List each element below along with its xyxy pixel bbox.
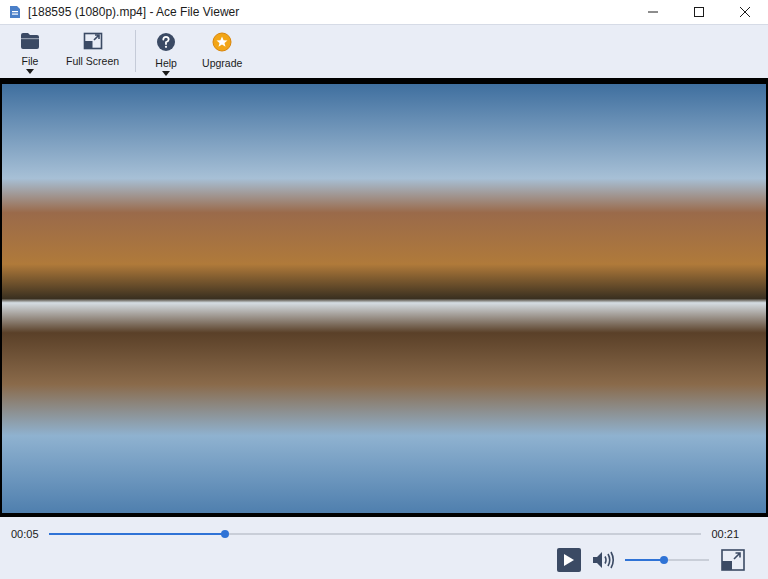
app-window: [188595 (1080p).mp4] - Ace File Viewer Fi… [0,0,768,579]
play-button[interactable] [557,548,581,572]
app-icon [8,5,22,19]
toolbar-button[interactable]: Help [146,25,186,76]
volume-knob[interactable] [660,556,668,564]
volume-icon[interactable] [591,549,615,571]
total-time: 00:21 [711,526,757,543]
minimize-button[interactable] [630,0,676,24]
current-time: 00:05 [11,526,39,543]
player-controls: 00:05 00:21 [0,517,768,579]
volume-slider[interactable] [625,559,709,561]
toolbar-label: File [22,54,39,68]
toolbar-button[interactable]: Upgrade [196,25,248,70]
seek-row: 00:05 00:21 [11,526,757,542]
full-screen-icon [83,32,103,50]
folder-icon [20,32,40,50]
play-icon [564,554,574,566]
toolbar-button[interactable]: File [10,25,50,74]
close-button[interactable] [722,0,768,24]
close-icon [740,7,750,17]
toolbar-label: Help [155,56,177,70]
toolbar-button[interactable]: Full Screen [60,25,125,68]
video-area[interactable] [0,78,768,517]
maximize-icon [694,7,704,17]
maximize-button[interactable] [676,0,722,24]
title-bar: [188595 (1080p).mp4] - Ace File Viewer [0,0,768,24]
dropdown-arrow-icon [26,69,34,74]
video-frame [2,84,766,513]
volume-fill [625,559,664,561]
dropdown-arrow-icon [162,71,170,76]
toolbar-label: Upgrade [202,56,242,70]
window-title: [188595 (1080p).mp4] - Ace File Viewer [28,3,239,21]
toolbar-separator [135,30,136,72]
button-row [11,548,757,572]
help-icon [156,32,176,52]
upgrade-star-icon [212,32,232,52]
toolbar-label: Full Screen [66,54,119,68]
minimize-icon [648,7,658,17]
fullscreen-icon[interactable] [721,549,745,571]
seek-fill [49,533,225,535]
seek-bar[interactable] [49,533,702,535]
seek-knob[interactable] [221,530,229,538]
toolbar: File Full Screen Help Upgrade [0,24,768,78]
